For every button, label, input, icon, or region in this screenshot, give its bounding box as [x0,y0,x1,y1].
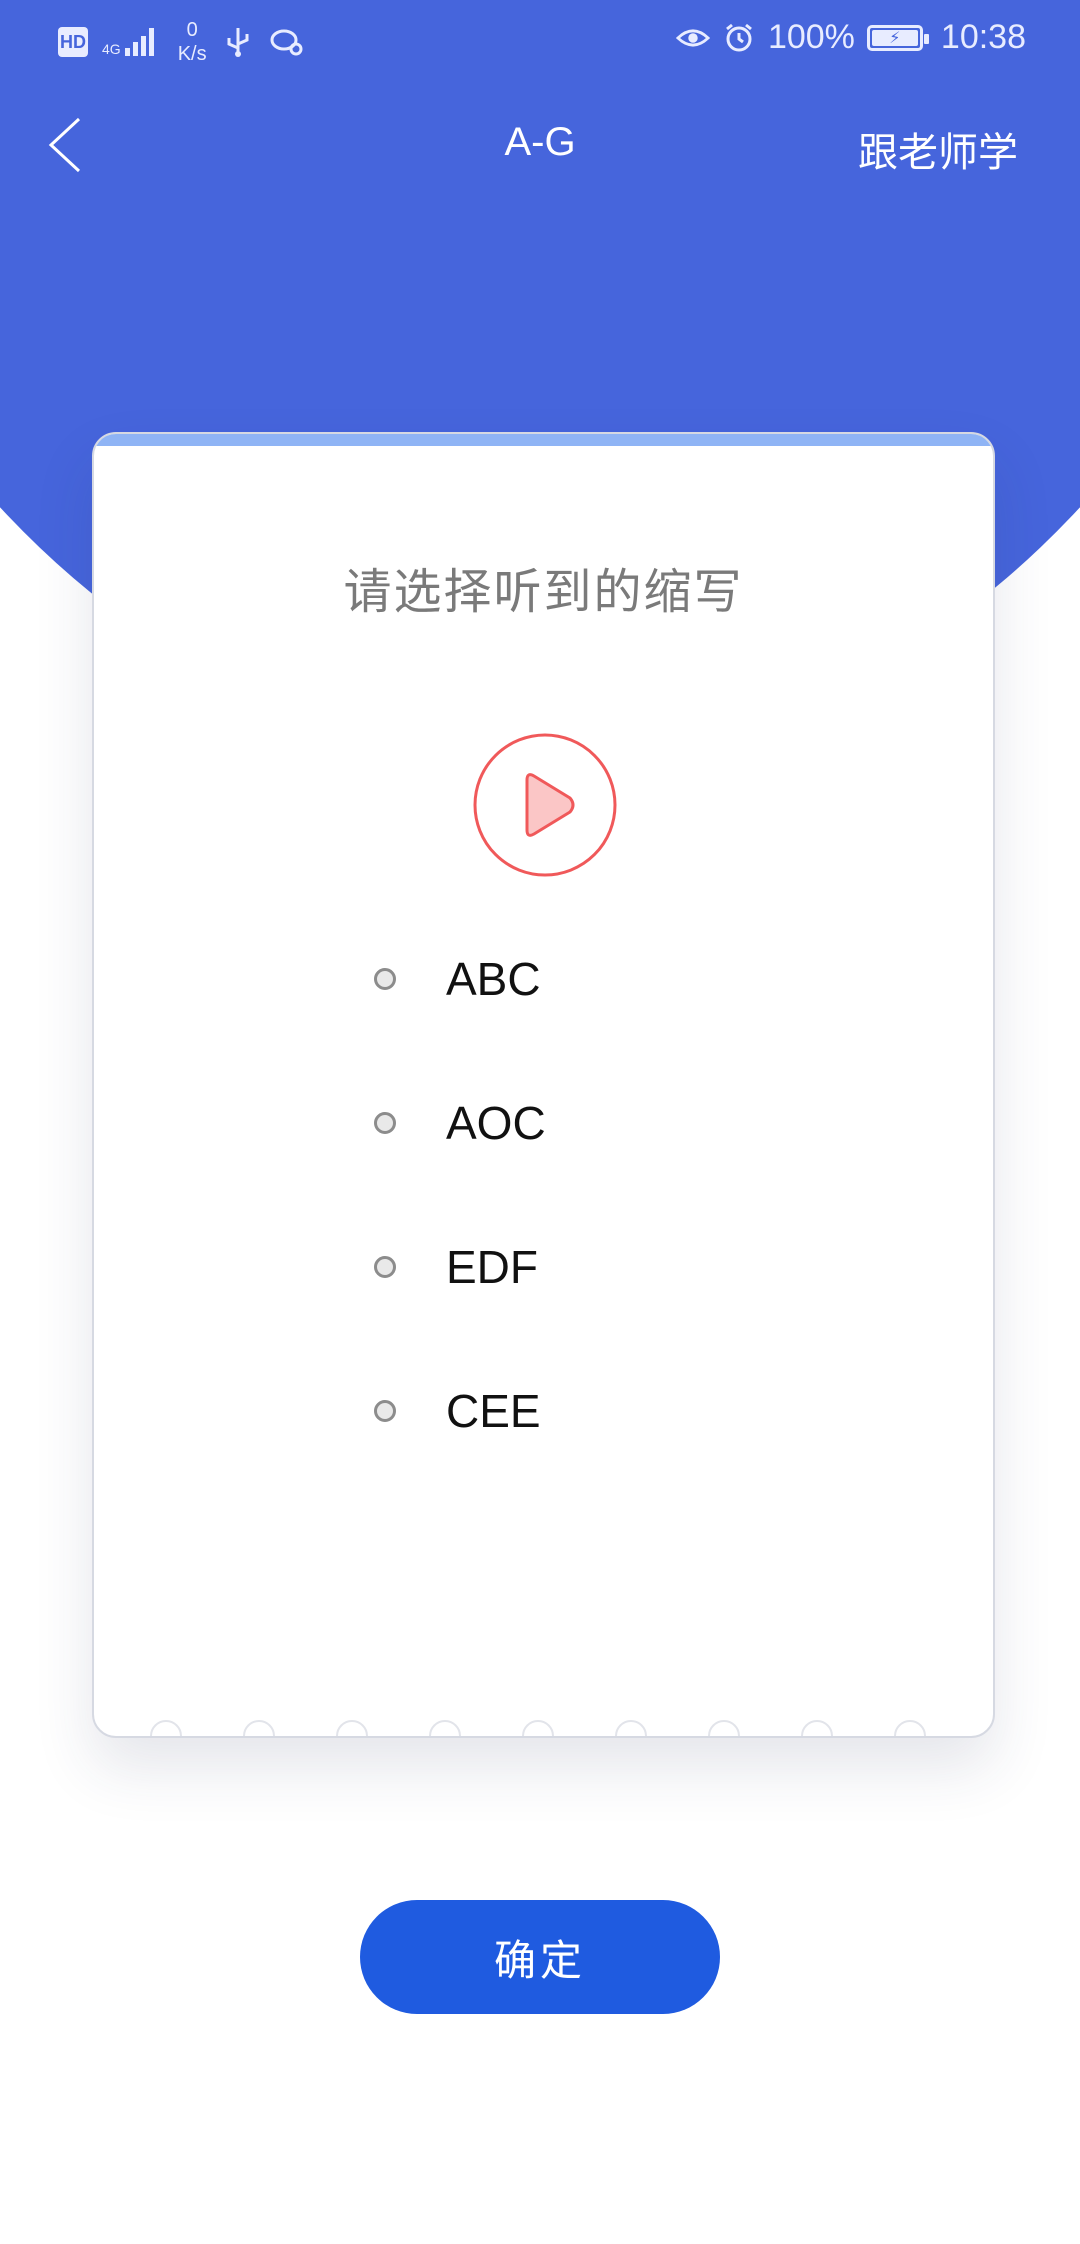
status-left: HD 4G 0 K/s [58,18,303,66]
learn-with-teacher-button[interactable]: 跟老师学 [858,120,1018,178]
radio-button[interactable] [374,1400,396,1422]
question-prompt: 请选择听到的缩写 [343,566,744,619]
card-scalloped-edge [94,1718,993,1736]
screen: HD 4G 0 K/s 100% ⚡ 10:38 A-G 跟老师学 请选择听到的… [0,0,1080,2244]
usb-icon [221,25,255,59]
play-icon [473,733,617,877]
signal-icon [124,28,154,56]
radio-button[interactable] [374,1112,396,1134]
radio-button[interactable] [374,1256,396,1278]
signal-group: 4G [102,28,154,56]
status-bar: HD 4G 0 K/s 100% ⚡ 10:38 [0,0,1080,80]
option-label: ABC [446,953,541,1005]
option-item[interactable]: CEE [374,1374,774,1518]
option-item[interactable]: ABC [374,942,774,1086]
radio-button[interactable] [374,968,396,990]
option-label: CEE [446,1385,541,1437]
option-item[interactable]: EDF [374,1230,774,1374]
clock: 10:38 [940,18,1026,56]
option-list: ABC AOC EDF CEE [374,942,774,1518]
chat-bubble-icon [269,25,303,59]
net-speed-unit: K/s [177,43,207,65]
option-item[interactable]: AOC [374,1086,774,1230]
battery-icon: ⚡ [866,24,929,51]
status-right: 100% ⚡ 10:38 [675,18,1026,57]
alarm-icon [722,21,756,55]
question-card: 请选择听到的缩写 ABC AOC EDF CEE [92,432,995,1738]
hd-icon: HD [58,27,88,57]
play-audio-button[interactable] [472,732,618,878]
net-speed-value: 0 [186,19,198,41]
option-label: EDF [446,1241,538,1293]
card-top-accent [94,434,993,446]
eye-icon [675,21,710,55]
confirm-button[interactable]: 确定 [360,1900,720,2014]
option-label: AOC [446,1097,546,1149]
battery-percent: 100% [767,18,855,56]
net-speed: 0 K/s [178,18,207,66]
nav-bar: A-G 跟老师学 [0,80,1080,210]
network-type: 4G [102,41,121,57]
